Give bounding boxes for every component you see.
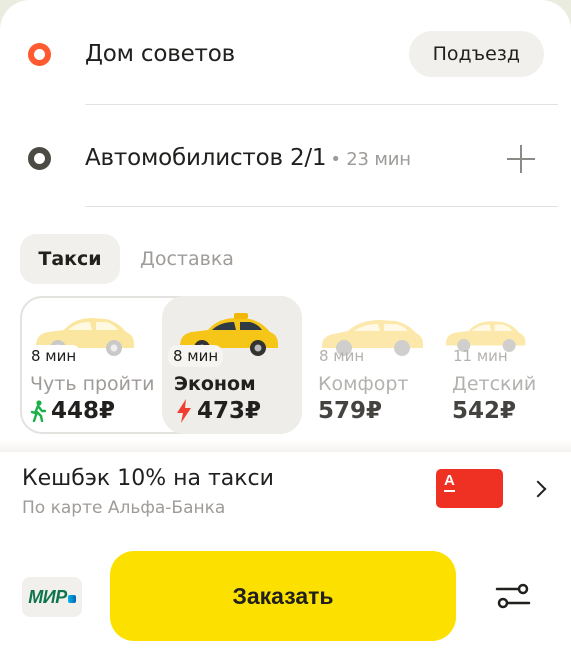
chevron-right-icon[interactable] (529, 480, 547, 498)
tariff-selector: 8 мин Чуть пройти 448₽ 8 мин Эконом 473₽… (20, 296, 571, 434)
tariff-price: 448₽ (51, 398, 116, 424)
order-sheet: Дом советов Подъезд Автомобилистов 2/1 • … (0, 0, 571, 655)
destination-marker-icon (28, 146, 51, 170)
alfa-bank-logo: А (444, 472, 455, 492)
tariff-price-row: 448₽ (30, 398, 115, 424)
tariff-card-child[interactable]: 11 мин Детский 542₽ (442, 296, 571, 434)
tariff-name: Комфорт (318, 373, 409, 395)
tariff-eta: 8 мин (26, 345, 82, 367)
cashback-title: Кешбэк 10% на такси (22, 466, 274, 491)
tariff-eta: 8 мин (168, 345, 224, 367)
tariff-price: 542₽ (452, 398, 517, 424)
to-address[interactable]: Автомобилистов 2/1 • 23 мин (85, 145, 411, 171)
settings-sliders-icon[interactable] (493, 580, 533, 612)
tariff-name: Эконом (174, 373, 256, 395)
origin-marker-icon (28, 42, 51, 66)
entrance-button[interactable]: Подъезд (408, 31, 544, 77)
route-from-row[interactable]: Дом советов Подъезд (0, 24, 571, 84)
mir-logo: МИР (28, 587, 75, 608)
cashback-subtitle: По карте Альфа-Банка (22, 498, 226, 518)
route-to-row[interactable]: Автомобилистов 2/1 • 23 мин (0, 128, 571, 188)
tariff-price: 579₽ (318, 398, 383, 424)
to-address-text: Автомобилистов 2/1 (85, 145, 327, 171)
walk-icon (30, 400, 46, 422)
divider (85, 206, 558, 207)
cashback-banner[interactable]: Кешбэк 10% на такси По карте Альфа-Банка… (0, 452, 571, 532)
tariff-price: 473₽ (197, 398, 262, 424)
tab-taxi[interactable]: Такси (20, 234, 120, 284)
lightning-icon (177, 399, 191, 423)
tariff-eta: 8 мин (319, 347, 365, 365)
alfa-bank-card-icon: А (436, 469, 503, 508)
tariff-card-comfort[interactable]: 8 мин Комфорт 579₽ (308, 296, 442, 434)
tariff-card-walk[interactable]: 8 мин Чуть пройти 448₽ (20, 296, 162, 434)
tariff-card-economy[interactable]: 8 мин Эконом 473₽ (162, 296, 302, 434)
tariff-name: Чуть пройти (30, 373, 155, 395)
tariff-name: Детский (452, 373, 537, 395)
divider (85, 104, 558, 105)
tariff-eta: 11 мин (453, 347, 508, 365)
route-eta: • 23 мин (330, 149, 411, 170)
from-address[interactable]: Дом советов (85, 41, 235, 67)
tariff-price-row: 473₽ (176, 398, 261, 424)
tariff-price-row: 579₽ (318, 398, 382, 424)
add-stop-plus-icon[interactable] (507, 145, 535, 173)
payment-method-mir[interactable]: МИР (22, 577, 82, 617)
order-button[interactable]: Заказать (110, 551, 456, 641)
tariff-price-row: 542₽ (452, 398, 516, 424)
tab-delivery[interactable]: Доставка (140, 234, 234, 284)
